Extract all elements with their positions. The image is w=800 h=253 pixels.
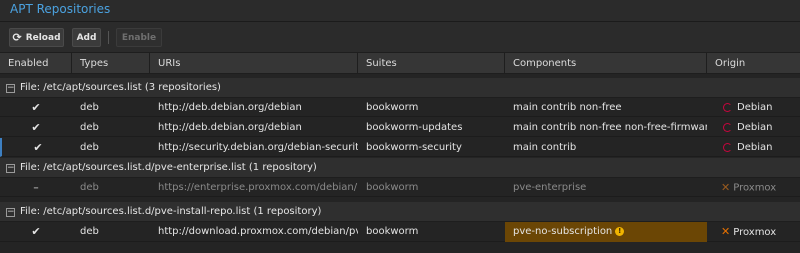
- type-cell: deb: [80, 182, 99, 193]
- debian-icon: [723, 102, 732, 112]
- toolbar: ⟳ Reload Add Enable: [0, 22, 800, 52]
- toolbar-separator: [108, 31, 109, 44]
- type-cell: deb: [80, 102, 99, 113]
- column-header-uris[interactable]: URIs: [150, 53, 358, 74]
- column-header-origin[interactable]: Origin: [707, 53, 800, 74]
- table-row[interactable]: ✔ deb http://security.debian.org/debian-…: [0, 138, 800, 157]
- enable-button-label: Enable: [121, 32, 157, 43]
- group-label: File: /etc/apt/sources.list (3 repositor…: [20, 82, 221, 93]
- origin-cell: Debian: [715, 138, 800, 157]
- suite-cell: bookworm: [366, 226, 419, 237]
- enable-button[interactable]: Enable: [116, 28, 162, 47]
- origin-label: Proxmox: [733, 227, 777, 238]
- origin-cell: ✕ Proxmox: [713, 222, 800, 242]
- origin-label: Debian: [737, 102, 773, 113]
- origin-label: Debian: [737, 122, 773, 133]
- origin-label: Proxmox: [733, 182, 777, 194]
- type-cell: deb: [80, 122, 99, 133]
- type-cell: deb: [80, 142, 99, 153]
- table-row[interactable]: ✔ deb http://deb.debian.org/debian bookw…: [0, 98, 800, 117]
- components-cell: main contrib non-free: [513, 102, 622, 113]
- uri-cell: http://download.proxmox.com/debian/pve: [158, 226, 358, 237]
- suite-cell: bookworm-updates: [366, 122, 463, 133]
- group-header[interactable]: − File: /etc/apt/sources.list.d/pve-ente…: [0, 158, 800, 178]
- add-button[interactable]: Add: [72, 28, 101, 47]
- add-button-label: Add: [76, 32, 97, 43]
- debian-icon: [723, 122, 732, 132]
- origin-cell: Debian: [715, 98, 800, 117]
- reload-icon: ⟳: [12, 31, 22, 44]
- suite-cell: bookworm: [366, 102, 419, 113]
- reload-button[interactable]: ⟳ Reload: [9, 28, 64, 47]
- origin-cell: Debian: [715, 118, 800, 137]
- column-header-components[interactable]: Components: [505, 53, 707, 74]
- warning-icon[interactable]: !: [615, 226, 625, 236]
- uri-cell: https://enterprise.proxmox.com/debian/pv…: [158, 182, 358, 193]
- suite-cell: bookworm-security: [366, 142, 462, 153]
- table-row[interactable]: – deb https://enterprise.proxmox.com/deb…: [0, 178, 800, 197]
- enabled-check-icon: ✔: [31, 225, 41, 238]
- column-header-enabled[interactable]: Enabled: [0, 53, 72, 74]
- group-header[interactable]: − File: /etc/apt/sources.list (3 reposit…: [0, 78, 800, 98]
- column-header-types[interactable]: Types: [72, 53, 150, 74]
- uri-cell: http://deb.debian.org/debian: [158, 122, 302, 133]
- components-cell: main contrib: [513, 142, 577, 153]
- suite-cell: bookworm: [366, 182, 419, 193]
- grid-header: Enabled Types URIs Suites Components Ori…: [0, 52, 800, 74]
- table-row[interactable]: ✔ deb http://deb.debian.org/debian bookw…: [0, 118, 800, 137]
- disabled-dash-icon: –: [33, 181, 39, 194]
- type-cell: deb: [80, 226, 99, 237]
- panel-header: APT Repositories: [0, 0, 800, 22]
- table-row[interactable]: ✔ deb http://download.proxmox.com/debian…: [0, 222, 800, 242]
- debian-icon: [723, 142, 732, 152]
- collapse-icon[interactable]: −: [6, 84, 15, 93]
- enabled-check-icon: ✔: [31, 101, 41, 114]
- reload-button-label: Reload: [25, 32, 61, 43]
- uri-cell: http://security.debian.org/debian-securi…: [158, 142, 358, 153]
- column-header-suites[interactable]: Suites: [358, 53, 505, 74]
- components-cell: pve-enterprise: [513, 182, 587, 193]
- proxmox-icon: ✕: [721, 181, 731, 194]
- enabled-check-icon: ✔: [31, 121, 41, 134]
- origin-label: Debian: [737, 142, 773, 153]
- panel-title: APT Repositories: [10, 2, 111, 16]
- collapse-icon[interactable]: −: [6, 208, 15, 217]
- components-cell-warning: pve-no-subscription!: [505, 222, 707, 242]
- components-cell: main contrib non-free non-free-firmware: [513, 122, 707, 133]
- components-label: pve-no-subscription: [513, 226, 613, 237]
- proxmox-icon: ✕: [721, 225, 731, 238]
- collapse-icon[interactable]: −: [6, 164, 15, 173]
- enabled-check-icon: ✔: [33, 141, 43, 154]
- group-label: File: /etc/apt/sources.list.d/pve-instal…: [20, 206, 322, 217]
- group-label: File: /etc/apt/sources.list.d/pve-enterp…: [20, 162, 317, 173]
- uri-cell: http://deb.debian.org/debian: [158, 102, 302, 113]
- origin-cell: ✕ Proxmox: [713, 178, 800, 197]
- group-header[interactable]: − File: /etc/apt/sources.list.d/pve-inst…: [0, 202, 800, 222]
